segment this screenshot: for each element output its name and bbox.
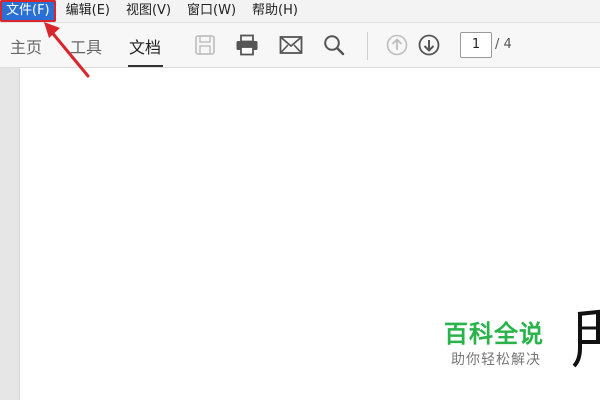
tab-home[interactable]: 主页 bbox=[10, 34, 42, 58]
toolbar-separator bbox=[367, 32, 368, 60]
watermark-subtitle: 助你轻松解决 bbox=[451, 352, 541, 368]
left-panel-gutter bbox=[0, 68, 20, 400]
menu-help[interactable]: 帮助(H) bbox=[246, 0, 304, 22]
save-icon[interactable] bbox=[193, 33, 217, 57]
search-icon[interactable] bbox=[322, 33, 346, 57]
mail-icon[interactable] bbox=[279, 33, 303, 57]
page-number-input[interactable]: 1 bbox=[460, 32, 492, 58]
annotation-arrow-icon bbox=[44, 22, 90, 78]
page-down-icon[interactable] bbox=[417, 33, 441, 57]
print-icon[interactable] bbox=[235, 33, 259, 57]
active-tab-indicator bbox=[128, 65, 163, 67]
watermark-title: 百科全说 bbox=[444, 320, 544, 348]
watermark-logo-mark bbox=[572, 309, 600, 368]
page-up-icon[interactable] bbox=[385, 33, 409, 57]
tab-document[interactable]: 文档 bbox=[129, 34, 161, 58]
menu-window[interactable]: 窗口(W) bbox=[181, 0, 242, 22]
page-total-label: / 4 bbox=[495, 37, 512, 52]
menu-view[interactable]: 视图(V) bbox=[120, 0, 177, 22]
